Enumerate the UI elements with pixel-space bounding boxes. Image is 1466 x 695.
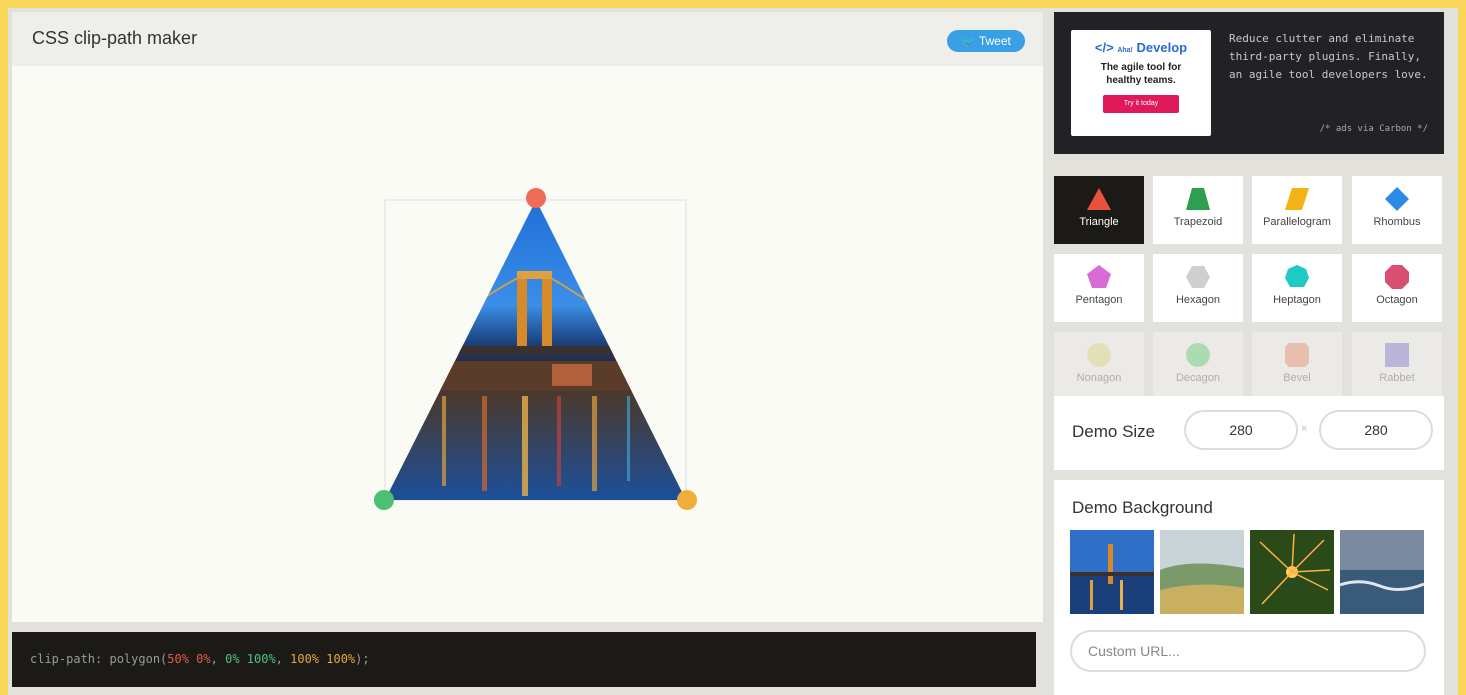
ad-brand: Develop	[1136, 40, 1188, 55]
shape-label: Triangle	[1079, 216, 1119, 228]
code-prefix: clip-path: polygon(	[30, 652, 168, 666]
parallelogram-icon	[1285, 188, 1309, 210]
handle-bottom-right[interactable]	[677, 490, 697, 510]
demo-background-panel: Demo Background Custom URL...	[1054, 480, 1444, 695]
rhombus-icon	[1385, 187, 1409, 211]
bevel-icon	[1285, 343, 1309, 367]
shape-rabbet[interactable]: Rabbet	[1352, 332, 1442, 400]
thumbnail-hills[interactable]	[1160, 530, 1244, 614]
shape-pentagon[interactable]: Pentagon	[1054, 254, 1144, 322]
shape-decagon[interactable]: Decagon	[1153, 332, 1243, 400]
editor-panel: CSS clip-path maker 🐦 Tweet	[12, 12, 1043, 622]
ad-card[interactable]: </> Aha! Develop The agile tool for heal…	[1071, 30, 1211, 136]
shape-label: Trapezoid	[1173, 216, 1223, 228]
width-input[interactable]: 280	[1184, 410, 1298, 450]
code-brackets-icon: </>	[1094, 40, 1114, 55]
shape-trapezoid[interactable]: Trapezoid	[1153, 176, 1243, 244]
pentagon-icon	[1087, 265, 1111, 288]
ad-tagline-1: The agile tool for	[1100, 62, 1182, 73]
shape-label: Bevel	[1283, 372, 1311, 384]
twitter-bird-icon: 🐦	[961, 35, 975, 48]
thumbnail-sparkler[interactable]	[1250, 530, 1334, 614]
tweet-button[interactable]: 🐦 Tweet	[947, 30, 1025, 52]
top-bar: CSS clip-path maker 🐦 Tweet	[12, 12, 1043, 66]
code-point-3: 100% 100%	[290, 652, 356, 666]
ad-tagline-2: healthy teams.	[1106, 75, 1176, 86]
shape-label: Octagon	[1376, 294, 1418, 306]
shape-octagon[interactable]: Octagon	[1352, 254, 1442, 322]
ad-text[interactable]: Reduce clutter and eliminate third-party…	[1229, 30, 1429, 84]
decagon-icon	[1186, 343, 1210, 367]
shape-parallelogram[interactable]: Parallelogram	[1252, 176, 1342, 244]
demo-size-label: Demo Size	[1072, 422, 1156, 441]
custom-url-input[interactable]: Custom URL...	[1070, 630, 1426, 672]
clip-preview	[374, 188, 697, 510]
shape-label: Rabbet	[1379, 372, 1415, 384]
clipped-image	[385, 200, 686, 500]
ad-via-label[interactable]: /* ads via Carbon */	[1320, 124, 1428, 134]
shape-label: Heptagon	[1273, 294, 1321, 306]
carbon-ad[interactable]: </> Aha! Develop The agile tool for heal…	[1054, 12, 1444, 154]
code-suffix: );	[355, 652, 370, 666]
size-separator: ×	[1301, 423, 1308, 435]
shape-nonagon[interactable]: Nonagon	[1054, 332, 1144, 400]
shape-hexagon[interactable]: Hexagon	[1153, 254, 1243, 322]
shape-triangle[interactable]: Triangle	[1054, 176, 1144, 244]
shape-rhombus[interactable]: Rhombus	[1352, 176, 1442, 244]
code-point-1: 50% 0%	[167, 652, 211, 666]
page-title: CSS clip-path maker	[32, 28, 198, 48]
triangle-icon	[1087, 188, 1111, 210]
handle-bottom-left[interactable]	[374, 490, 394, 510]
tweet-label: Tweet	[978, 34, 1011, 48]
demo-size-panel: Demo Size 280 × 280	[1054, 396, 1444, 470]
shape-label: Pentagon	[1075, 294, 1123, 306]
heptagon-icon	[1285, 265, 1309, 287]
shape-label: Nonagon	[1076, 372, 1122, 384]
shape-grid: Triangle Trapezoid Parallelogram Rhombus…	[1054, 168, 1444, 400]
code-output[interactable]: clip-path: polygon(50% 0%, 0% 100%, 100%…	[12, 632, 1036, 687]
clip-stage	[12, 66, 1043, 622]
shape-label: Parallelogram	[1263, 216, 1331, 228]
trapezoid-icon	[1186, 188, 1210, 210]
thumbnail-waves[interactable]	[1340, 530, 1424, 614]
shape-bevel[interactable]: Bevel	[1252, 332, 1342, 400]
ad-cta-button[interactable]: Try it today	[1103, 95, 1179, 113]
handle-top[interactable]	[526, 188, 546, 208]
rabbet-icon	[1385, 343, 1409, 367]
thumbnail-bridge[interactable]	[1070, 530, 1154, 614]
height-input[interactable]: 280	[1319, 410, 1433, 450]
hexagon-icon	[1186, 266, 1210, 288]
nonagon-icon	[1087, 343, 1111, 367]
ad-logo: </> Aha! Develop	[1071, 40, 1211, 55]
octagon-icon	[1385, 265, 1409, 289]
ad-brand-small: Aha!	[1117, 47, 1133, 54]
shape-heptagon[interactable]: Heptagon	[1252, 254, 1342, 322]
shape-label: Decagon	[1175, 372, 1221, 384]
code-point-2: 0% 100%	[225, 652, 276, 666]
shape-label: Hexagon	[1175, 294, 1221, 306]
demo-background-label: Demo Background	[1072, 498, 1213, 517]
shape-label: Rhombus	[1373, 216, 1421, 228]
